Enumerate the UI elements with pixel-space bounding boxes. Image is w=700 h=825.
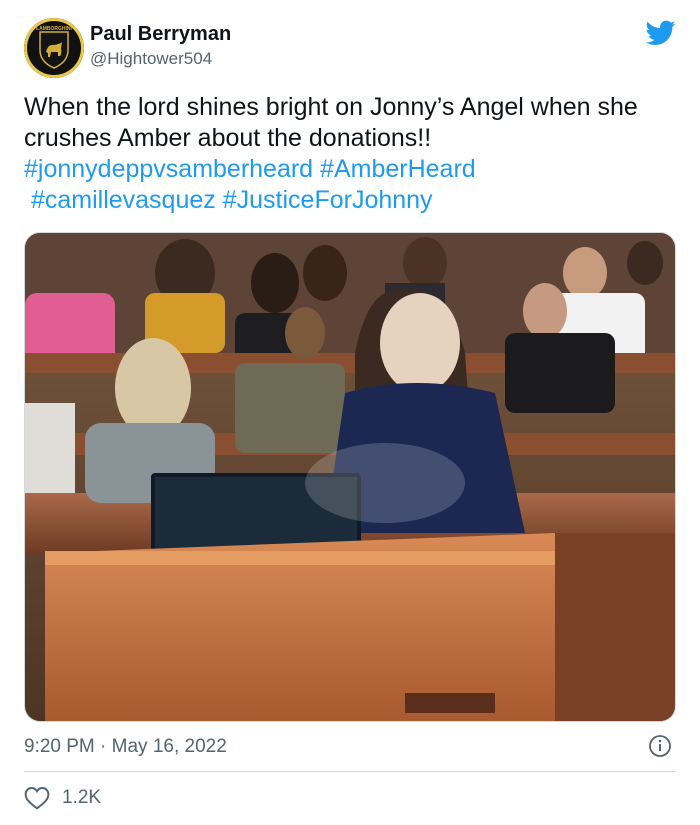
tweet-timestamp[interactable]: 9:20 PM · May 16, 2022	[24, 736, 227, 758]
hashtag-link[interactable]: #AmberHeard	[320, 155, 476, 183]
meta-separator: ·	[100, 736, 107, 757]
hashtag-link[interactable]: #jonnydeppvsamberheard	[24, 155, 313, 183]
tweet-header: LAMBORGHINI Paul Berryman @Hightower504	[24, 18, 676, 80]
tweet-body: When the lord shines bright on Jonny’s A…	[24, 93, 638, 152]
avatar[interactable]: LAMBORGHINI	[24, 18, 84, 78]
tweet-date: May 16, 2022	[111, 736, 227, 757]
hashtag-link[interactable]: #JusticeForJohnny	[223, 186, 433, 214]
like-count: 1.2K	[62, 787, 102, 808]
lamborghini-logo-icon: LAMBORGHINI	[24, 18, 84, 78]
twitter-bird-icon[interactable]	[646, 20, 676, 46]
info-icon[interactable]	[648, 734, 672, 758]
heart-icon	[24, 787, 50, 810]
tweet-time: 9:20 PM	[24, 736, 95, 757]
avatar-logo-text: LAMBORGHINI	[36, 26, 72, 32]
tweet-media[interactable]	[24, 232, 676, 722]
author-names: Paul Berryman @Hightower504	[90, 22, 231, 70]
like-button[interactable]: 1.2K	[24, 786, 101, 810]
display-name[interactable]: Paul Berryman	[90, 22, 231, 46]
divider	[24, 771, 676, 772]
tweet-card: LAMBORGHINI Paul Berryman @Hightower504 …	[0, 0, 700, 825]
hashtag-link[interactable]: #camillevasquez	[31, 186, 216, 214]
courtroom-photo-image	[25, 233, 675, 721]
tweet-text: When the lord shines bright on Jonny’s A…	[24, 92, 676, 216]
tweet-meta: 9:20 PM · May 16, 2022	[24, 734, 676, 760]
user-handle[interactable]: @Hightower504	[90, 48, 231, 70]
